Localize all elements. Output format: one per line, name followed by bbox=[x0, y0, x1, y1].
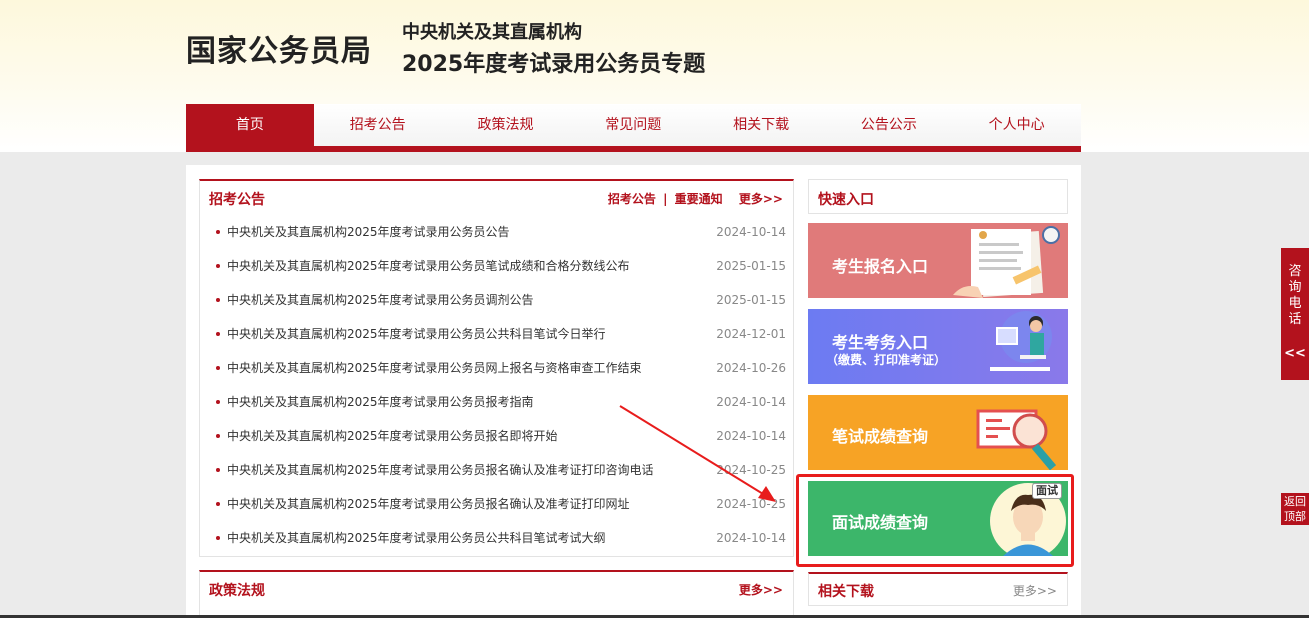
news-date: 2024-10-14 bbox=[716, 395, 786, 409]
back-to-top-button[interactable]: 返回顶部 bbox=[1281, 493, 1309, 525]
downloads-panel: 相关下载 更多>> bbox=[808, 572, 1068, 606]
bullet-icon bbox=[216, 502, 220, 506]
consult-phone-tab[interactable]: 咨询电话 << bbox=[1281, 248, 1309, 380]
banner-written-score[interactable]: 笔试成绩查询 bbox=[808, 395, 1068, 470]
nav-downloads[interactable]: 相关下载 bbox=[697, 104, 825, 146]
site-logo[interactable]: 国家公务员局 bbox=[186, 26, 372, 70]
announcements-links: 招考公告 | 重要通知 更多>> bbox=[608, 190, 783, 207]
bullet-icon bbox=[216, 366, 220, 370]
nav-notices[interactable]: 公告公示 bbox=[825, 104, 953, 146]
banner-written-score-label: 笔试成绩查询 bbox=[832, 427, 929, 446]
news-item[interactable]: 中央机关及其直属机构2025年度考试录用公务员公共科目笔试今日举行 2024-12… bbox=[216, 317, 786, 351]
announcements-title: 招考公告 bbox=[209, 192, 265, 208]
nav-faq[interactable]: 常见问题 bbox=[569, 104, 697, 146]
policy-panel: 政策法规 更多>> bbox=[199, 570, 794, 618]
nav-announcements[interactable]: 招考公告 bbox=[314, 104, 442, 146]
news-item[interactable]: 中央机关及其直属机构2025年度考试录用公务员公共科目笔试考试大纲 2024-10… bbox=[216, 521, 786, 555]
news-date: 2024-10-26 bbox=[716, 361, 786, 375]
news-date: 2024-10-14 bbox=[716, 429, 786, 443]
bullet-icon bbox=[216, 400, 220, 404]
news-item[interactable]: 中央机关及其直属机构2025年度考试录用公务员报考指南 2024-10-14 bbox=[216, 385, 786, 419]
news-title[interactable]: 中央机关及其直属机构2025年度考试录用公务员报考指南 bbox=[227, 385, 534, 419]
banner-exam-affairs-label: 考生考务入口 bbox=[832, 333, 929, 352]
news-date: 2024-10-14 bbox=[716, 531, 786, 545]
banner-registration-label: 考生报名入口 bbox=[832, 257, 929, 276]
bullet-icon bbox=[216, 536, 220, 540]
news-date: 2024-10-25 bbox=[716, 497, 786, 511]
banner-exam-affairs[interactable]: 考生考务入口 （缴费、打印准考证） bbox=[808, 309, 1068, 384]
link-announcements[interactable]: 招考公告 bbox=[608, 192, 656, 206]
link-important-notice[interactable]: 重要通知 bbox=[675, 192, 723, 206]
announcements-more-link[interactable]: 更多>> bbox=[739, 192, 783, 206]
expand-arrow-icon: << bbox=[1284, 346, 1306, 361]
highlight-annotation bbox=[796, 474, 1074, 567]
news-title[interactable]: 中央机关及其直属机构2025年度考试录用公务员公告 bbox=[227, 215, 510, 249]
news-item[interactable]: 中央机关及其直属机构2025年度考试录用公务员调剂公告 2025-01-15 bbox=[216, 283, 786, 317]
news-date: 2024-12-01 bbox=[716, 327, 786, 341]
news-title[interactable]: 中央机关及其直属机构2025年度考试录用公务员报名即将开始 bbox=[227, 419, 558, 453]
bullet-icon bbox=[216, 230, 220, 234]
news-item[interactable]: 中央机关及其直属机构2025年度考试录用公务员笔试成绩和合格分数线公布 2025-… bbox=[216, 249, 786, 283]
magnifier-report-icon bbox=[976, 409, 1057, 470]
header-subtitle-2: 2025年度考试录用公务员专题 bbox=[402, 52, 706, 77]
document-illustration-icon bbox=[953, 226, 1060, 298]
bullet-icon bbox=[216, 298, 220, 302]
downloads-more-link[interactable]: 更多>> bbox=[1013, 582, 1057, 599]
nav-home[interactable]: 首页 bbox=[186, 104, 314, 146]
policy-title: 政策法规 bbox=[209, 583, 265, 599]
bullet-icon bbox=[216, 264, 220, 268]
downloads-title: 相关下载 bbox=[818, 584, 874, 600]
news-title[interactable]: 中央机关及其直属机构2025年度考试录用公务员网上报名与资格审查工作结束 bbox=[227, 351, 642, 385]
news-title[interactable]: 中央机关及其直属机构2025年度考试录用公务员笔试成绩和合格分数线公布 bbox=[227, 249, 630, 283]
news-item[interactable]: 中央机关及其直属机构2025年度考试录用公务员报名即将开始 2024-10-14 bbox=[216, 419, 786, 453]
consult-phone-label: 咨询电话 bbox=[1288, 264, 1302, 327]
policy-more-link[interactable]: 更多>> bbox=[739, 581, 783, 598]
news-item[interactable]: 中央机关及其直属机构2025年度考试录用公务员报名确认及准考证打印网址 2024-… bbox=[216, 487, 786, 521]
news-title[interactable]: 中央机关及其直属机构2025年度考试录用公务员调剂公告 bbox=[227, 283, 534, 317]
news-item[interactable]: 中央机关及其直属机构2025年度考试录用公务员公告 2024-10-14 bbox=[216, 215, 786, 249]
news-title[interactable]: 中央机关及其直属机构2025年度考试录用公务员公共科目笔试今日举行 bbox=[227, 317, 606, 351]
news-title[interactable]: 中央机关及其直属机构2025年度考试录用公务员公共科目笔试考试大纲 bbox=[227, 521, 606, 555]
banner-registration[interactable]: 考生报名入口 bbox=[808, 223, 1068, 298]
bullet-icon bbox=[216, 332, 220, 336]
news-date: 2025-01-15 bbox=[716, 293, 786, 307]
news-date: 2025-01-15 bbox=[716, 259, 786, 273]
news-item[interactable]: 中央机关及其直属机构2025年度考试录用公务员网上报名与资格审查工作结束 2024… bbox=[216, 351, 786, 385]
news-date: 2024-10-14 bbox=[716, 225, 786, 239]
main-nav: 首页 招考公告 政策法规 常见问题 相关下载 公告公示 个人中心 bbox=[186, 104, 1081, 152]
news-title[interactable]: 中央机关及其直属机构2025年度考试录用公务员报名确认及准考证打印咨询电话 bbox=[227, 453, 654, 487]
link-separator: | bbox=[663, 192, 668, 206]
quick-entry-header: 快速入口 bbox=[808, 179, 1068, 214]
nav-personal[interactable]: 个人中心 bbox=[953, 104, 1081, 146]
student-computer-icon bbox=[990, 311, 1052, 371]
bullet-icon bbox=[216, 468, 220, 472]
bullet-icon bbox=[216, 434, 220, 438]
news-title[interactable]: 中央机关及其直属机构2025年度考试录用公务员报名确认及准考证打印网址 bbox=[227, 487, 630, 521]
banner-exam-affairs-sub: （缴费、打印准考证） bbox=[826, 353, 947, 367]
quick-entry-title: 快速入口 bbox=[818, 192, 874, 208]
news-date: 2024-10-25 bbox=[716, 463, 786, 477]
nav-policy[interactable]: 政策法规 bbox=[442, 104, 570, 146]
news-item[interactable]: 中央机关及其直属机构2025年度考试录用公务员报名确认及准考证打印咨询电话 202… bbox=[216, 453, 786, 487]
header-subtitle-1: 中央机关及其直属机构 bbox=[402, 22, 582, 43]
back-to-top-label: 返回顶部 bbox=[1284, 495, 1306, 523]
